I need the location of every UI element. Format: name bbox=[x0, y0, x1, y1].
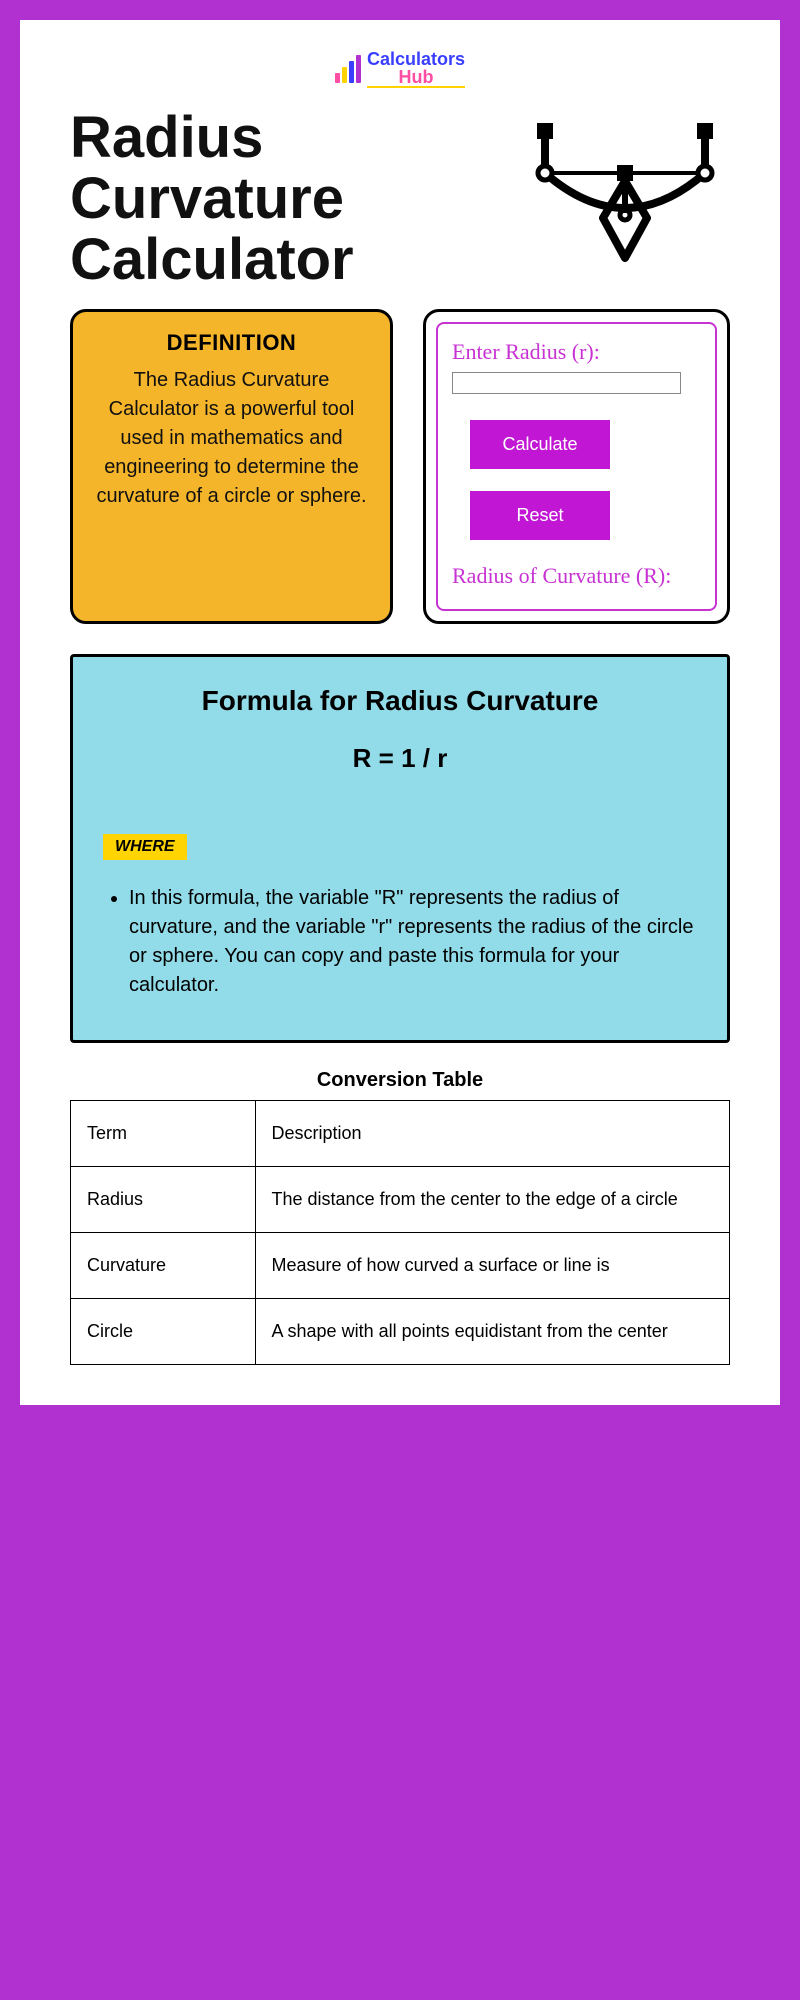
logo-text-bottom: Hub bbox=[367, 68, 465, 88]
table-cell-term: Radius bbox=[71, 1166, 256, 1232]
page-title: Radius Curvature Calculator bbox=[70, 108, 500, 291]
logo: Calculators Hub bbox=[70, 50, 730, 88]
table-row: Circle A shape with all points equidista… bbox=[71, 1298, 730, 1364]
table-row: Term Description bbox=[71, 1100, 730, 1166]
formula-card: Formula for Radius Curvature R = 1 / r W… bbox=[70, 654, 730, 1043]
table-cell-desc: The distance from the center to the edge… bbox=[255, 1166, 729, 1232]
definition-body: The Radius Curvature Calculator is a pow… bbox=[91, 366, 372, 511]
formula-description: In this formula, the variable "R" repres… bbox=[129, 884, 697, 1000]
calculate-button[interactable]: Calculate bbox=[470, 420, 610, 469]
radius-input[interactable] bbox=[452, 372, 681, 394]
table-title: Conversion Table bbox=[70, 1069, 730, 1092]
formula-heading: Formula for Radius Curvature bbox=[103, 685, 697, 717]
table-row: Radius The distance from the center to t… bbox=[71, 1166, 730, 1232]
logo-text-top: Calculators bbox=[367, 50, 465, 68]
table-header-desc: Description bbox=[255, 1100, 729, 1166]
table-header-term: Term bbox=[71, 1100, 256, 1166]
logo-bars-icon bbox=[335, 55, 361, 83]
page-container: Calculators Hub Radius Curvature Calcula… bbox=[20, 20, 780, 1405]
output-label: Radius of Curvature (R): bbox=[452, 562, 701, 591]
reset-button[interactable]: Reset bbox=[470, 491, 610, 540]
table-cell-term: Circle bbox=[71, 1298, 256, 1364]
radius-input-label: Enter Radius (r): bbox=[452, 338, 701, 367]
pen-tool-icon bbox=[520, 108, 730, 278]
definition-card: DEFINITION The Radius Curvature Calculat… bbox=[70, 309, 393, 624]
conversion-table: Term Description Radius The distance fro… bbox=[70, 1100, 730, 1365]
formula-equation: R = 1 / r bbox=[103, 743, 697, 774]
table-row: Curvature Measure of how curved a surfac… bbox=[71, 1232, 730, 1298]
table-cell-desc: Measure of how curved a surface or line … bbox=[255, 1232, 729, 1298]
where-tag: WHERE bbox=[103, 834, 187, 860]
calculator-card: Enter Radius (r): Calculate Reset Radius… bbox=[423, 309, 730, 624]
table-cell-term: Curvature bbox=[71, 1232, 256, 1298]
definition-heading: DEFINITION bbox=[91, 330, 372, 356]
table-cell-desc: A shape with all points equidistant from… bbox=[255, 1298, 729, 1364]
